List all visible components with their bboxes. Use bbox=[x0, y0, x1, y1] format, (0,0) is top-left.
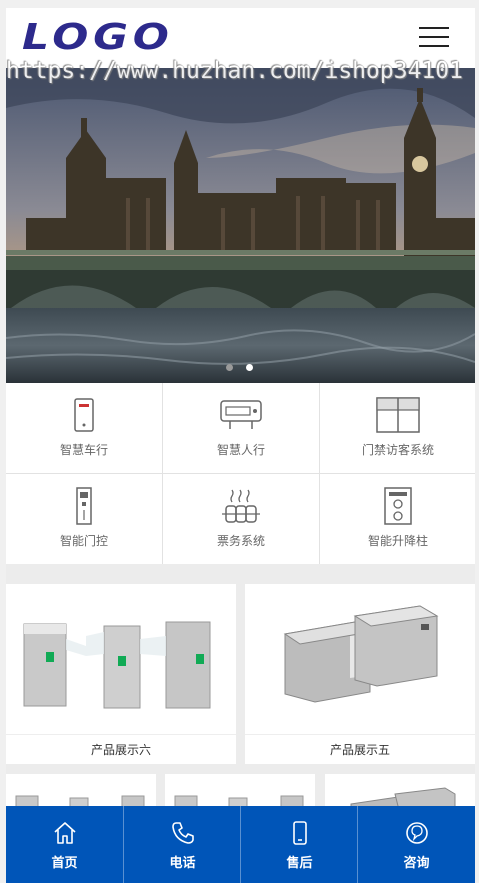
home-icon bbox=[53, 822, 76, 844]
watermark: https://www.huzhan.com/ishop34101 bbox=[6, 58, 463, 84]
banner-slider[interactable] bbox=[6, 68, 475, 383]
nav-consult[interactable]: 咨询 bbox=[358, 806, 475, 883]
menu-button[interactable] bbox=[416, 22, 452, 52]
slider-dots bbox=[226, 364, 266, 374]
menu-bar-icon bbox=[419, 27, 449, 29]
ticket-system-icon bbox=[222, 489, 260, 523]
feature-label: 票务系统 bbox=[216, 534, 265, 548]
nav-label: 咨询 bbox=[403, 855, 430, 870]
page: LOGO https://www.huzhan.com/ishop34101 智… bbox=[6, 8, 475, 883]
feature-smart-parking[interactable]: 智慧车行 bbox=[6, 383, 162, 473]
feature-access-visitor[interactable]: 门禁访客系统 bbox=[320, 383, 475, 473]
door-control-icon bbox=[76, 487, 92, 525]
nav-label: 电话 bbox=[169, 855, 196, 870]
lifting-bollard-icon bbox=[384, 487, 412, 525]
slider-dot[interactable] bbox=[226, 364, 233, 371]
product-caption: 产品展示六 bbox=[6, 734, 236, 764]
feature-label: 智能升降柱 bbox=[367, 534, 428, 548]
feature-ticket[interactable]: 票务系统 bbox=[163, 474, 319, 564]
feature-label: 智慧车行 bbox=[59, 443, 108, 457]
smart-parking-icon bbox=[74, 398, 94, 432]
nav-home[interactable]: 首页 bbox=[6, 806, 123, 883]
product-image bbox=[6, 584, 236, 734]
feature-door-control[interactable]: 智能门控 bbox=[6, 474, 162, 564]
feature-pedestrian[interactable]: 智慧人行 bbox=[163, 383, 319, 473]
nav-label: 首页 bbox=[51, 855, 78, 870]
nav-phone[interactable]: 电话 bbox=[124, 806, 241, 883]
feature-lifting-bollard[interactable]: 智能升降柱 bbox=[320, 474, 475, 564]
feature-label: 门禁访客系统 bbox=[361, 443, 434, 457]
chat-icon bbox=[405, 822, 428, 844]
menu-bar-icon bbox=[419, 45, 449, 47]
access-visitor-icon bbox=[376, 397, 420, 433]
product-image bbox=[245, 584, 475, 734]
banner-image bbox=[6, 68, 475, 383]
menu-bar-icon bbox=[419, 36, 449, 38]
pedestrian-gate-icon bbox=[220, 400, 262, 429]
product-card[interactable]: 产品展示五 bbox=[245, 584, 475, 764]
feature-label: 智慧人行 bbox=[216, 443, 265, 457]
mobile-icon bbox=[292, 821, 307, 845]
phone-icon bbox=[171, 822, 194, 844]
nav-label: 售后 bbox=[286, 855, 313, 870]
slider-dot-active[interactable] bbox=[246, 364, 253, 371]
product-caption: 产品展示五 bbox=[245, 734, 475, 764]
product-card[interactable]: 产品展示六 bbox=[6, 584, 236, 764]
logo[interactable]: LOGO bbox=[22, 20, 174, 56]
feature-label: 智能门控 bbox=[59, 534, 108, 548]
feature-grid: 智慧车行 智慧人行 门禁访客系统 智能门控 票务系统 智能升降柱 bbox=[6, 383, 475, 564]
bottom-nav: 首页 电话 售后 咨询 bbox=[6, 806, 475, 883]
nav-after-sales[interactable]: 售后 bbox=[241, 806, 358, 883]
